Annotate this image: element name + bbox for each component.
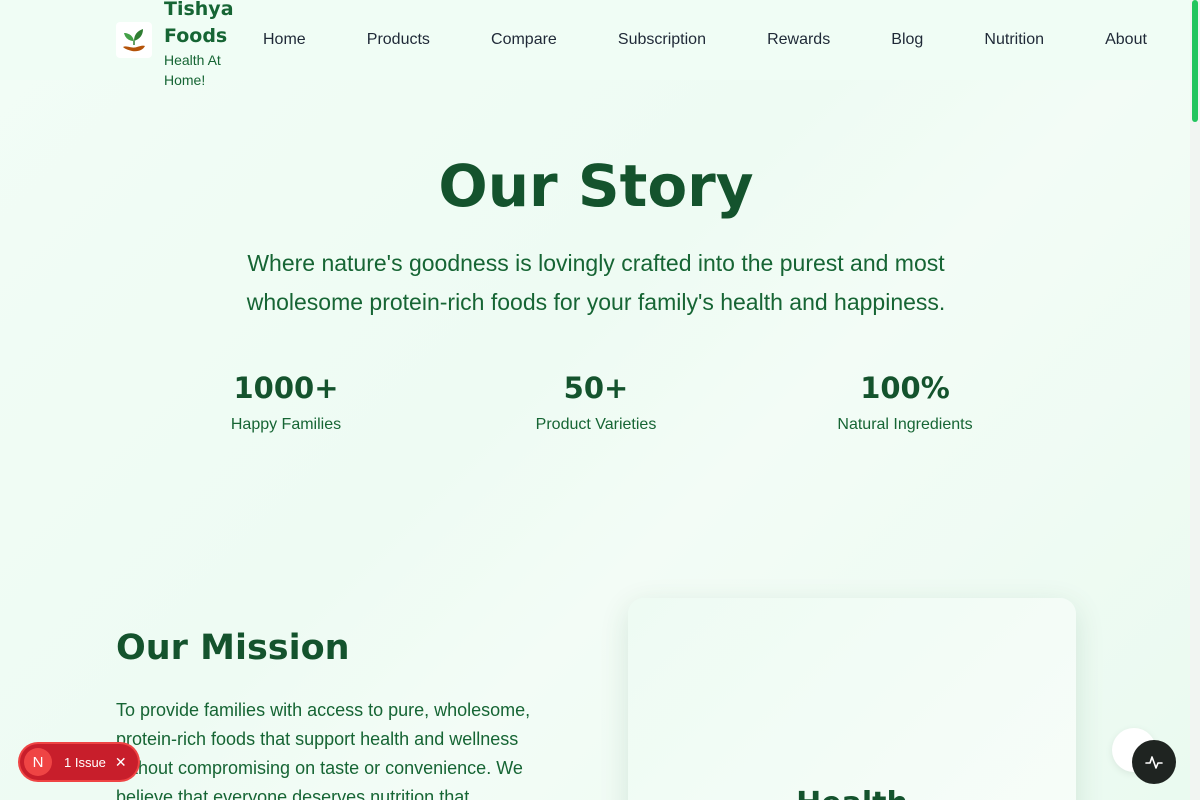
brand[interactable]: Tishya Foods Health At Home! (116, 0, 244, 90)
stat-value: 1000+ (233, 371, 339, 405)
stat-natural-ingredients: 100% Natural Ingredients (755, 368, 1055, 434)
values-card: Health (628, 598, 1076, 800)
stat-label: Happy Families (230, 416, 342, 433)
nav-subscription[interactable]: Subscription (618, 28, 706, 52)
nav-rewards[interactable]: Rewards (767, 28, 830, 52)
leaf-hand-icon (116, 22, 152, 58)
card-heading: Health (628, 786, 1076, 800)
next-logo-icon: N (24, 748, 52, 776)
scrollbar-thumb[interactable] (1192, 0, 1198, 122)
brand-tagline: Health At Home! (164, 52, 221, 88)
nav-home[interactable]: Home (263, 28, 306, 52)
stat-value: 100% (860, 371, 950, 405)
nav-about[interactable]: About (1105, 28, 1147, 52)
page-title: Our Story (438, 152, 754, 220)
activity-button[interactable] (1132, 740, 1176, 784)
main-nav: Home Products Compare Subscription Rewar… (235, 28, 1175, 52)
nav-products[interactable]: Products (367, 28, 430, 52)
close-icon[interactable]: ✕ (115, 754, 127, 771)
page-scrollbar[interactable] (1190, 0, 1200, 800)
stat-value: 50+ (563, 371, 629, 405)
mission-text: To provide families with access to pure,… (116, 700, 531, 800)
brand-text: Tishya Foods Health At Home! (164, 0, 244, 90)
nav-blog[interactable]: Blog (891, 28, 923, 52)
stat-label: Natural Ingredients (837, 416, 973, 433)
stat-label: Product Varieties (535, 416, 657, 433)
activity-pulse-icon (1145, 756, 1163, 769)
site-header: Tishya Foods Health At Home! Home Produc… (0, 0, 1190, 88)
dev-issues-badge[interactable]: N 1 Issue ✕ (20, 744, 138, 780)
nav-nutrition[interactable]: Nutrition (984, 28, 1044, 52)
stat-product-varieties: 50+ Product Varieties (446, 368, 746, 434)
stat-happy-families: 1000+ Happy Families (136, 368, 436, 434)
brand-name: Tishya Foods (164, 0, 234, 47)
nav-compare[interactable]: Compare (491, 28, 557, 52)
mission-title: Our Mission (116, 628, 350, 668)
hero-subtitle: Where nature's goodness is lovingly craf… (246, 250, 946, 315)
issues-count[interactable]: 1 Issue (64, 755, 106, 770)
